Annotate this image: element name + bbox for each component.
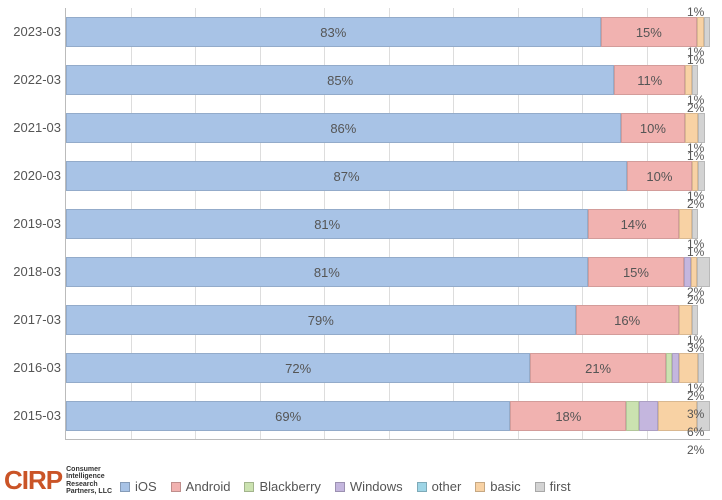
y-axis-label: 2017-03 xyxy=(6,305,61,335)
legend-swatch xyxy=(417,482,427,492)
bar-segment: 16% xyxy=(576,305,679,335)
bar-row: 2017-0379%16% xyxy=(66,305,710,335)
y-axis-label: 2018-03 xyxy=(6,257,61,287)
legend-swatch xyxy=(171,482,181,492)
bar-row: 2020-0387%10% xyxy=(66,161,710,191)
bar-segment xyxy=(704,17,710,47)
bar-segment: 69% xyxy=(66,401,510,431)
bar-segment: 86% xyxy=(66,113,621,143)
data-label: 2% xyxy=(687,197,704,211)
bar-row: 2018-0381%15% xyxy=(66,257,710,287)
legend-swatch xyxy=(535,482,545,492)
bar-segment xyxy=(692,65,698,95)
legend-label: other xyxy=(432,479,462,494)
y-axis-label: 2015-03 xyxy=(6,401,61,431)
bar-segment: 15% xyxy=(588,257,685,287)
bar-segment: 81% xyxy=(66,257,588,287)
bar-row: 2019-0381%14% xyxy=(66,209,710,239)
cirp-logo: CIRP xyxy=(4,465,62,496)
bar-row: 2023-0383%15% xyxy=(66,17,710,47)
y-axis-label: 2022-03 xyxy=(6,65,61,95)
bar-segment: 15% xyxy=(601,17,698,47)
legend-label: first xyxy=(550,479,571,494)
data-label: 3% xyxy=(687,407,704,421)
data-label: 1% xyxy=(687,149,704,163)
bar-segment xyxy=(685,113,698,143)
bar-segment: 87% xyxy=(66,161,627,191)
bar-row: 2015-0369%18% xyxy=(66,401,710,431)
legend-swatch xyxy=(120,482,130,492)
data-label: 3% xyxy=(687,341,704,355)
bar-segment xyxy=(698,353,704,383)
data-label: 1% xyxy=(687,53,704,67)
legend-label: basic xyxy=(490,479,520,494)
legend-label: Android xyxy=(186,479,231,494)
bar-segment: 79% xyxy=(66,305,576,335)
attribution: CIRP ConsumerIntelligenceResearchPartner… xyxy=(4,465,112,496)
legend-item: first xyxy=(535,479,571,494)
legend-swatch xyxy=(244,482,254,492)
legend-item: Blackberry xyxy=(244,479,320,494)
data-label: 2% xyxy=(687,389,704,403)
bar-segment xyxy=(697,257,710,287)
bar-segment xyxy=(698,161,704,191)
y-axis-label: 2019-03 xyxy=(6,209,61,239)
cirp-subtitle: ConsumerIntelligenceResearchPartners, LL… xyxy=(66,466,112,495)
y-axis-label: 2020-03 xyxy=(6,161,61,191)
y-axis-label: 2023-03 xyxy=(6,17,61,47)
bar-row: 2021-0386%10% xyxy=(66,113,710,143)
bar-segment xyxy=(698,113,704,143)
bar-segment: 72% xyxy=(66,353,530,383)
bar-segment: 85% xyxy=(66,65,614,95)
bar-segment: 10% xyxy=(627,161,692,191)
bar-row: 2016-0372%21% xyxy=(66,353,710,383)
data-label: 1% xyxy=(687,245,704,259)
bar-segment xyxy=(692,305,698,335)
bar-segment: 11% xyxy=(614,65,685,95)
bar-segment xyxy=(692,209,698,239)
legend-item: iOS xyxy=(120,479,157,494)
bar-segment: 14% xyxy=(588,209,678,239)
bar-segment xyxy=(679,305,692,335)
data-label: 2% xyxy=(687,443,704,457)
bar-segment: 18% xyxy=(510,401,626,431)
legend-swatch xyxy=(335,482,345,492)
bar-segment xyxy=(679,209,692,239)
data-label: 2% xyxy=(687,101,704,115)
chart-plot-area: 2023-0383%15%1%1%2022-0385%11%1%1%2021-0… xyxy=(65,8,710,440)
bar-segment xyxy=(626,401,639,431)
legend-item: other xyxy=(417,479,462,494)
bar-segment xyxy=(679,353,698,383)
data-label: 1% xyxy=(687,5,704,19)
y-axis-label: 2021-03 xyxy=(6,113,61,143)
bar-segment: 21% xyxy=(530,353,665,383)
data-label: 6% xyxy=(687,425,704,439)
bar-segment xyxy=(639,401,658,431)
legend-label: iOS xyxy=(135,479,157,494)
legend-item: Windows xyxy=(335,479,403,494)
data-label: 2% xyxy=(687,293,704,307)
legend: iOS Android Blackberry Windows other basic fir… xyxy=(120,479,571,494)
bar-segment: 83% xyxy=(66,17,601,47)
legend-item: basic xyxy=(475,479,520,494)
legend-swatch xyxy=(475,482,485,492)
legend-label: Windows xyxy=(350,479,403,494)
y-axis-label: 2016-03 xyxy=(6,353,61,383)
legend-item: Android xyxy=(171,479,231,494)
bar-segment: 10% xyxy=(621,113,686,143)
bar-row: 2022-0385%11% xyxy=(66,65,710,95)
legend-label: Blackberry xyxy=(259,479,320,494)
bar-segment: 81% xyxy=(66,209,588,239)
